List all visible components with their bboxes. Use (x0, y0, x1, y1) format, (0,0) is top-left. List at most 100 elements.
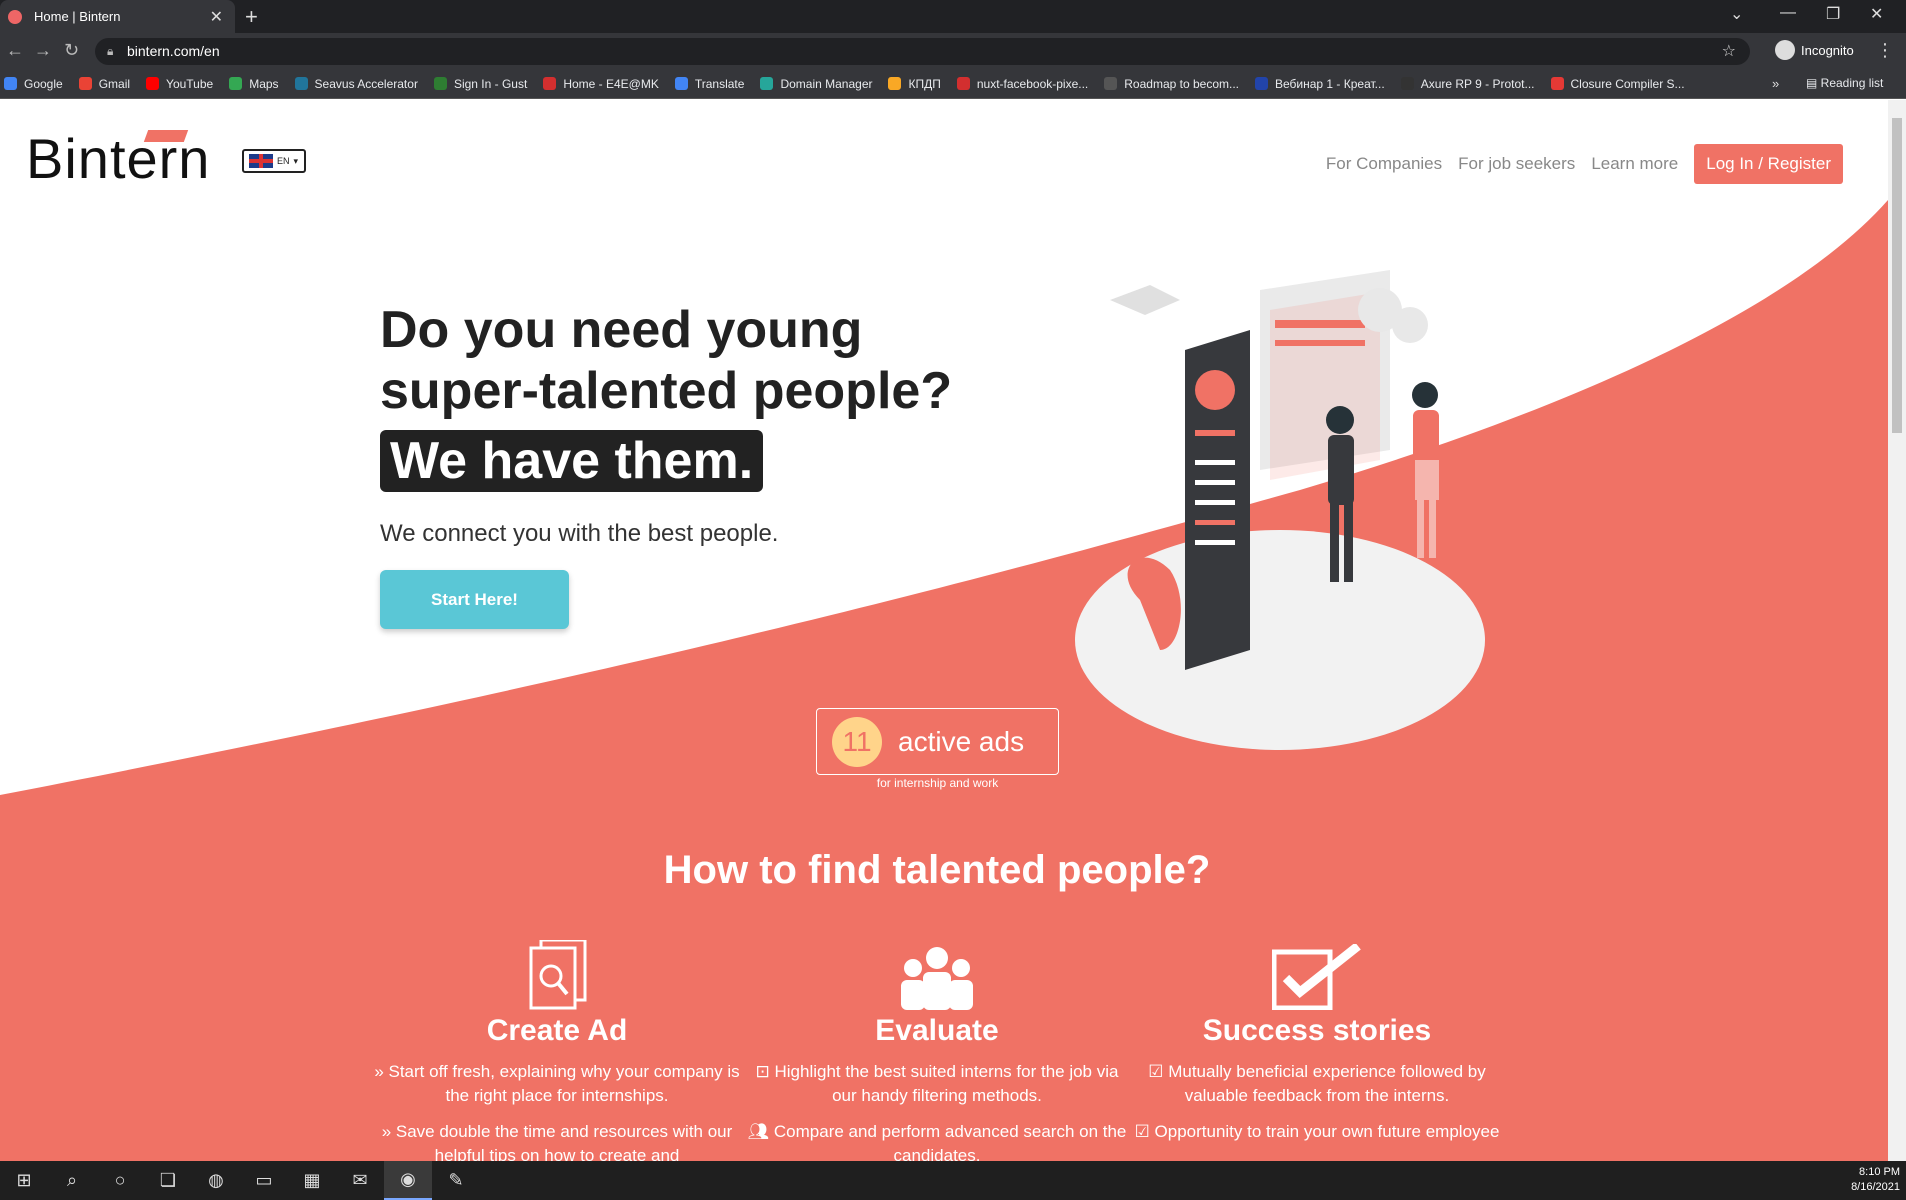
bookmark-item[interactable]: Closure Compiler S... (1550, 76, 1685, 91)
windows-taskbar: ⊞ ⌕ ○ ❏ ◍ ▭ ▦ ✉ ◉ ✎ 8:10 PM 8/16/2021 (0, 1161, 1906, 1200)
feature-line-text: Compare and perform advanced search on t… (773, 1122, 1127, 1161)
ads-count-badge: 11 (832, 716, 882, 767)
bookmark-star-icon[interactable]: ☆ (1722, 38, 1736, 65)
hero-heading: Do you need young super-talented people? (380, 301, 953, 420)
close-window-icon[interactable]: ✕ (1870, 4, 1883, 24)
bookmark-favicon-icon (888, 77, 902, 90)
ads-subtitle: for internship and work (876, 776, 999, 790)
bintern-logo[interactable]: Bintern (26, 126, 210, 191)
bookmark-label: Gmail (98, 76, 131, 91)
profile-label: Incognito (1801, 42, 1854, 58)
page-scrollbar[interactable] (1888, 100, 1906, 1161)
system-clock[interactable]: 8:10 PM 8/16/2021 (1851, 1165, 1900, 1195)
more-bookmarks-icon[interactable]: » (1772, 76, 1779, 91)
graduation-cap-icon (143, 130, 189, 142)
hero-subtitle: We connect you with the best people. (380, 520, 779, 547)
mail-icon[interactable]: ✉ (336, 1161, 384, 1200)
close-tab-icon[interactable]: ✕ (210, 7, 223, 27)
lock-icon: 🔒︎ (107, 44, 114, 58)
bookmark-label: nuxt-facebook-pixe... (976, 76, 1089, 91)
active-ads-counter[interactable]: 11 active ads (816, 708, 1059, 775)
feature-line-text: Highlight the best suited interns for th… (774, 1062, 1119, 1105)
bookmark-label: YouTube (166, 76, 214, 91)
bookmark-favicon-icon (1400, 77, 1414, 90)
bookmark-item[interactable]: Translate (674, 77, 744, 91)
nav-learn-more[interactable]: Learn more (1591, 154, 1678, 174)
bookmark-item[interactable]: Roadmap to becom... (1104, 77, 1239, 91)
bookmark-label: КПДП (908, 76, 941, 91)
bookmark-favicon-icon (956, 77, 970, 90)
feature-line: » Start off fresh, explaining why your c… (374, 1062, 740, 1105)
feature-success-stories: Success stories ☑ Mutually beneficial ex… (1127, 940, 1507, 1144)
bookmark-item[interactable]: Google (4, 77, 63, 91)
bookmark-label: Closure Compiler S... (1570, 76, 1685, 91)
restore-icon[interactable]: ❐ (1826, 4, 1840, 24)
bookmark-item[interactable]: Maps (229, 76, 279, 91)
bookmark-item[interactable]: Home - E4E@MK (543, 77, 659, 91)
task-view-icon[interactable]: ❏ (144, 1161, 192, 1200)
bookmark-favicon-icon (294, 77, 308, 90)
bookmark-favicon-icon (1104, 77, 1118, 90)
ads-label: active ads (898, 725, 1025, 757)
feature-create-ad: Create Ad » Start off fresh, explaining … (367, 940, 747, 1161)
feature-evaluate: Evaluate ⊡ Highlight the best suited int… (747, 940, 1127, 1161)
nav-for-companies[interactable]: For Companies (1326, 154, 1442, 174)
cortana-icon[interactable]: ○ (96, 1161, 144, 1200)
scrollbar-thumb[interactable] (1892, 118, 1902, 433)
bookmark-label: Maps (249, 76, 279, 91)
bookmark-item[interactable]: Axure RP 9 - Protot... (1400, 77, 1535, 91)
chrome-icon[interactable]: ◉ (384, 1161, 432, 1200)
reading-list-button[interactable]: ▤ Reading list (1806, 76, 1883, 90)
feature-title: Create Ad (486, 1014, 628, 1047)
person-badge-icon: ⊡ (755, 1062, 775, 1081)
start-icon[interactable]: ⊞ (0, 1161, 48, 1200)
edge-icon[interactable]: ◍ (192, 1161, 240, 1200)
back-icon[interactable]: ← (6, 40, 24, 61)
bookmark-item[interactable]: КПДП (888, 76, 941, 91)
bookmark-label: Domain Manager (780, 76, 873, 91)
tab-title: Home | Bintern (34, 9, 121, 24)
forward-icon[interactable]: → (34, 40, 52, 61)
address-bar[interactable]: 🔒︎ bintern.com/en ☆ (95, 38, 1750, 65)
group-icon (747, 940, 1127, 1010)
minimize-icon[interactable]: — (1780, 4, 1796, 22)
feature-line: ☑ Mutually beneficial experience followe… (1148, 1062, 1486, 1105)
notepad-icon[interactable]: ✎ (432, 1161, 480, 1200)
bookmark-item[interactable]: Seavus Accelerator (294, 76, 418, 91)
nav-for-job-seekers[interactable]: For job seekers (1458, 154, 1575, 174)
file-explorer-icon[interactable]: ▭ (240, 1161, 288, 1200)
language-selector[interactable]: EN ▾ (242, 149, 306, 173)
feature-line: » Save double the time and resources wit… (381, 1122, 733, 1161)
new-tab-button[interactable]: + (245, 4, 258, 30)
login-register-button[interactable]: Log In / Register (1694, 144, 1843, 184)
people-icon: 👥︎ (747, 1122, 774, 1141)
bookmark-item[interactable]: Domain Manager (760, 77, 872, 91)
store-icon[interactable]: ▦ (288, 1161, 336, 1200)
start-here-button[interactable]: Start Here! (380, 570, 569, 629)
bookmark-favicon-icon (1255, 77, 1268, 90)
browser-toolbar: ← → ↻ 🔒︎ bintern.com/en ☆ Incognito ⋮ (0, 33, 1906, 69)
profile-button[interactable]: Incognito (1775, 40, 1854, 60)
tab-home[interactable]: Home | Bintern ✕ (0, 0, 235, 33)
top-navigation: For Companies For job seekers Learn more… (1326, 144, 1843, 184)
bookmark-item[interactable]: Sign In - Gust (433, 77, 527, 91)
url-text: bintern.com/en (127, 43, 220, 59)
document-search-icon (367, 940, 747, 1010)
search-icon[interactable]: ⌕ (48, 1161, 96, 1200)
language-label: EN (277, 156, 290, 166)
bookmark-item[interactable]: Вебинар 1 - Креат... (1255, 77, 1385, 91)
uk-flag-icon (249, 154, 273, 168)
tab-search-icon[interactable]: ⌄ (1730, 4, 1743, 24)
bookmark-label: Seavus Accelerator (314, 76, 418, 91)
bookmark-item[interactable]: Gmail (78, 76, 131, 91)
bookmark-favicon-icon (78, 77, 92, 90)
menu-icon[interactable]: ⋮ (1876, 40, 1894, 61)
bookmarks-bar: Google Gmail YouTube Maps Seavus Accelerator… (0, 69, 1906, 99)
bookmark-item[interactable]: nuxt-facebook-pixe... (956, 76, 1089, 91)
reload-icon[interactable]: ↻ (64, 40, 79, 61)
hiring-illustration (1075, 270, 1485, 750)
bookmark-favicon-icon (1550, 77, 1564, 90)
incognito-icon (1775, 40, 1795, 60)
browser-tabstrip: Home | Bintern ✕ + ⌄ — ❐ ✕ (0, 0, 1906, 33)
bookmark-item[interactable]: YouTube (146, 77, 213, 91)
